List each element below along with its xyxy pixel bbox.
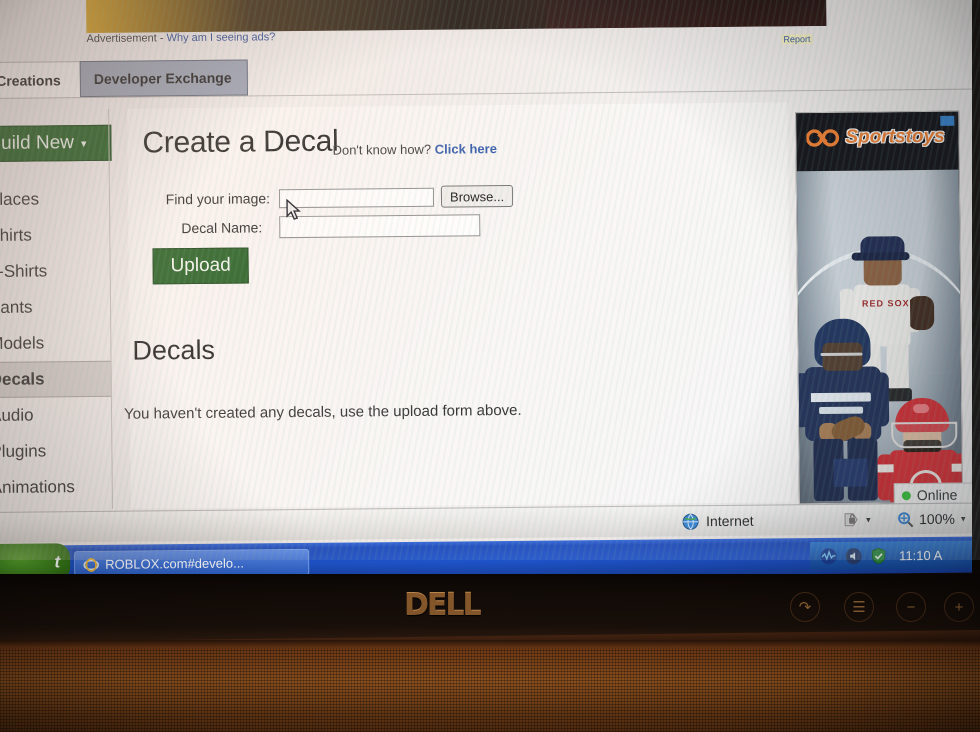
ad-fullsail-panel: FULL SAIL UNIVERSITY LEARN MORE <box>545 0 827 29</box>
zoom-level-label: 100% <box>919 510 955 528</box>
build-new-label: Build New <box>0 132 75 154</box>
sidebar-item-shirts[interactable]: Shirts <box>0 217 111 254</box>
shield-icon <box>871 547 886 564</box>
ad-tower-header: Sportstoys <box>796 111 959 172</box>
browser-page: Kosmovia Design. Develop. Build. FULL SA… <box>0 0 980 512</box>
right-advertisement-tower[interactable]: Sportstoys RED SOX <box>795 110 963 505</box>
bb-team-text: RED SOX <box>861 298 910 309</box>
screen-right-edge <box>972 0 980 574</box>
online-status-dot <box>901 490 911 500</box>
oyo-logo-icon <box>806 129 840 147</box>
taskbar-clock[interactable]: 11:10 A <box>899 547 942 562</box>
security-settings-indicator[interactable]: ▾ <box>842 512 871 528</box>
hk-cuff-right <box>951 463 963 472</box>
internet-explorer-icon <box>83 558 99 572</box>
click-here-link[interactable]: Click here <box>435 141 497 157</box>
chevron-down-icon[interactable]: ▾ <box>866 514 871 525</box>
sidebar-item-label: Animations <box>0 477 75 497</box>
oyo-brand-label: Sportstoys <box>845 125 945 148</box>
hk-arm-left <box>877 454 894 501</box>
network-icon <box>820 547 837 564</box>
bb-cap-brim <box>851 252 910 261</box>
taskbar-item-label: ROBLOX.com#develo... <box>105 555 244 572</box>
tab-my-creations[interactable]: My Creations <box>0 61 85 99</box>
sidebar-item-label: Shirts <box>0 225 32 245</box>
page-title: Create a Decal <box>142 124 339 160</box>
dell-logo: DELL <box>404 588 482 623</box>
tab-developer-exchange[interactable]: Developer Exchange <box>79 59 249 98</box>
decal-name-label: Decal Name: <box>181 219 263 237</box>
tab-developer-exchange-label: Developer Exchange <box>93 69 232 87</box>
mouse-cursor <box>286 198 301 220</box>
sidebar-item-decals[interactable]: Decals <box>0 360 112 399</box>
plus-icon[interactable]: + <box>944 592 974 622</box>
tab-my-creations-label: My Creations <box>0 71 61 89</box>
chevron-down-icon[interactable]: ▾ <box>961 513 966 524</box>
sidebar-item-label: Places <box>0 189 40 209</box>
system-tray: 11:10 A <box>810 540 980 571</box>
oyo-brand: Sportstoys <box>806 125 945 149</box>
fb-arm-left <box>795 373 812 428</box>
volume-icon <box>845 547 862 564</box>
hk-face-cage <box>891 421 958 449</box>
sidebar-item-label: Decals <box>0 369 45 389</box>
taskbar-item-browser[interactable]: ROBLOX.com#develo... <box>74 548 310 578</box>
advertisement-label: Advertisement - Why am I seeing ads? <box>86 31 275 45</box>
find-image-input[interactable] <box>278 187 435 208</box>
sidebar-item-animations[interactable]: Animations <box>0 469 113 506</box>
top-advertisement-banner[interactable]: Kosmovia Design. Develop. Build. FULL SA… <box>85 0 827 34</box>
bb-glove <box>907 295 935 331</box>
sidebar-item-label: Pants <box>0 297 33 317</box>
sidebar-item-label: Models <box>0 333 45 353</box>
online-status-label: Online <box>916 486 958 504</box>
decal-name-input[interactable] <box>279 214 481 239</box>
magnifier-icon <box>898 511 914 527</box>
security-zone-indicator[interactable]: Internet <box>682 512 754 530</box>
sidebar-item-label: Plugins <box>0 441 47 461</box>
sidebar-item-audio[interactable]: Audio <box>0 397 112 434</box>
find-image-label: Find your image: <box>165 190 271 208</box>
advertisement-label-prefix: Advertisement - <box>86 32 167 46</box>
sidebar-item-label: Audio <box>0 405 34 425</box>
sidebar-item-t-shirts[interactable]: T-Shirts <box>0 253 111 290</box>
sidebar-nav: Places Shirts T-Shirts Pants Models Deca… <box>0 181 113 506</box>
security-zone-icon <box>844 513 858 527</box>
sidebar-item-pants[interactable]: Pants <box>0 289 111 326</box>
decals-empty-message: You haven't created any decals, use the … <box>123 401 522 423</box>
fb-facemask <box>820 352 863 357</box>
hk-helmet-highlight <box>912 403 930 414</box>
zoom-level-indicator[interactable]: 100% ▾ <box>897 510 966 528</box>
sidebar-item-places[interactable]: Places <box>0 181 110 218</box>
globe-icon <box>682 513 699 530</box>
ad-figures-scene: RED SOX <box>795 169 963 505</box>
monitor-screen: Kosmovia Design. Develop. Build. FULL SA… <box>0 0 980 548</box>
main-content-panel: Create a Decal Don't know how? Click her… <box>123 102 791 509</box>
security-zone-label: Internet <box>706 512 754 530</box>
fb-base-box <box>833 458 868 487</box>
sidebar-item-models[interactable]: Models <box>0 325 112 362</box>
sidebar-item-label: T-Shirts <box>0 261 48 281</box>
upload-button-label: Upload <box>170 254 231 277</box>
decals-section-title: Decals <box>132 334 216 366</box>
browse-button[interactable]: Browse... <box>440 184 514 208</box>
fb-chest-stripe-2 <box>819 406 864 415</box>
photo-of-monitor: Kosmovia Design. Develop. Build. FULL SA… <box>0 0 980 732</box>
sidebar-item-plugins[interactable]: Plugins <box>0 433 113 470</box>
upload-button[interactable]: Upload <box>152 247 249 285</box>
ad-choices-icon[interactable] <box>940 115 955 126</box>
why-ads-link[interactable]: Why am I seeing ads? <box>166 31 275 44</box>
how-to-hint-text: Don't know how? <box>332 141 435 158</box>
how-to-hint: Don't know how? Click here <box>332 141 497 158</box>
minus-icon[interactable]: − <box>896 592 926 622</box>
chevron-down-icon: ▾ <box>80 137 87 150</box>
hk-cuff-left <box>877 464 894 473</box>
fb-chest-stripe <box>808 392 871 403</box>
ad-report-link[interactable]: Report <box>781 34 813 45</box>
desk-weave-texture <box>0 648 980 732</box>
start-button-label: t <box>54 552 61 572</box>
fb-face <box>822 342 863 371</box>
menu-icon[interactable]: ☰ <box>844 592 874 622</box>
input-source-icon[interactable]: ↷ <box>790 592 820 622</box>
build-new-button[interactable]: Build New ▾ <box>0 124 112 163</box>
